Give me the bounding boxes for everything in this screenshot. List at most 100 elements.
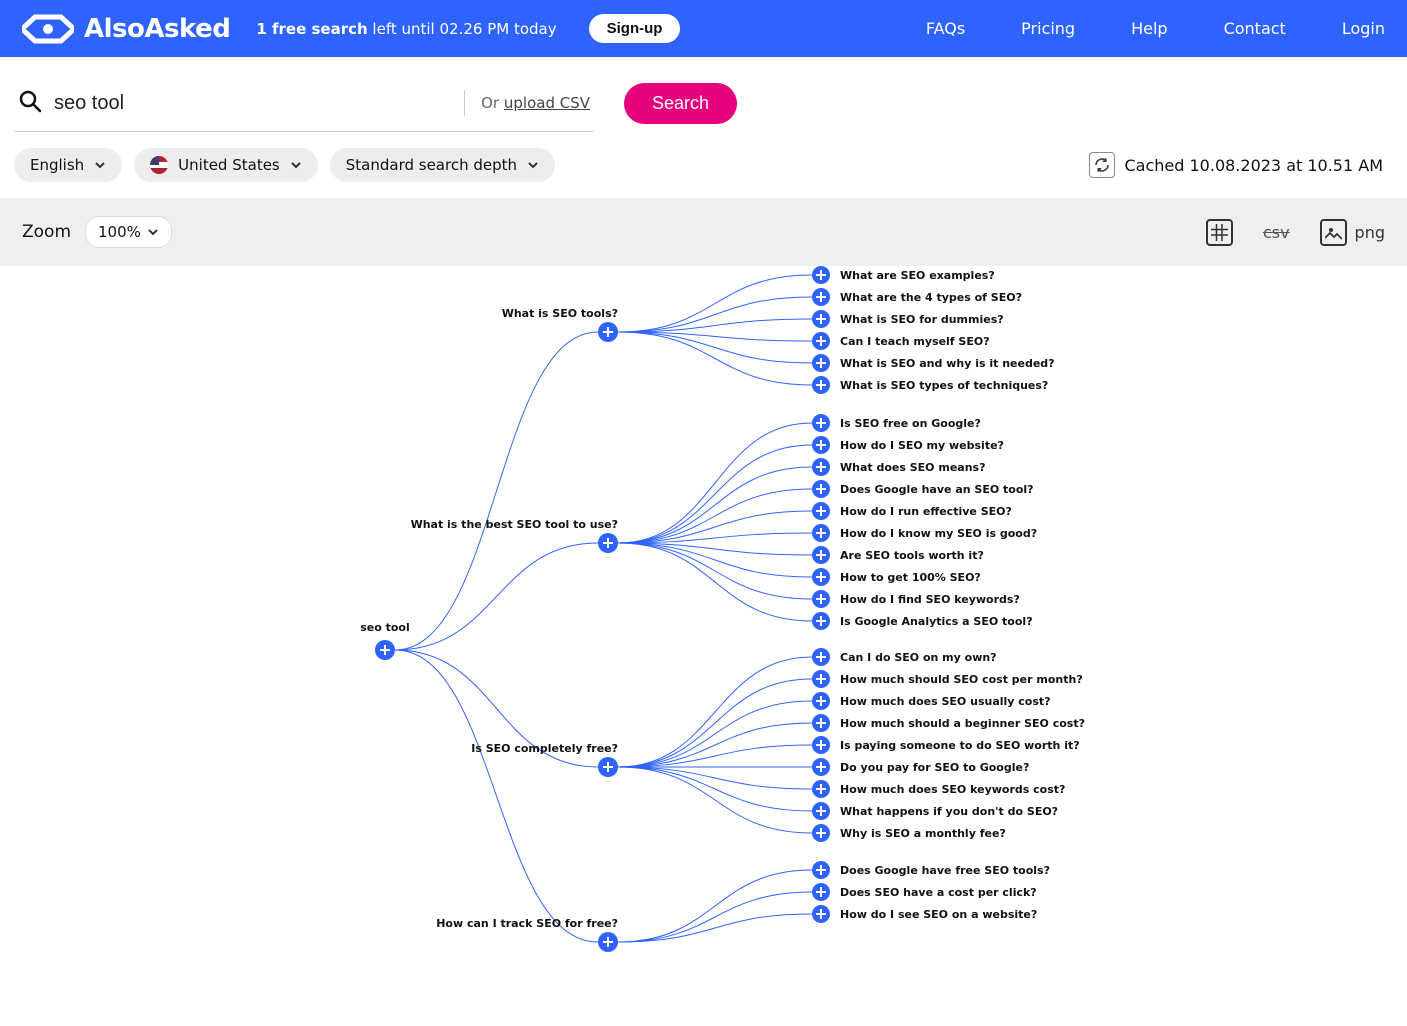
graph-leaf-node: How do I see SEO on a website? bbox=[812, 905, 1037, 923]
filters-row: English United States Standard search de… bbox=[0, 132, 1407, 198]
image-icon bbox=[1320, 219, 1347, 246]
search-row: Or upload CSV Search bbox=[0, 57, 1407, 132]
expand-node-icon[interactable] bbox=[812, 714, 830, 732]
expand-node-icon[interactable] bbox=[375, 640, 395, 660]
node-label: Is SEO free on Google? bbox=[840, 417, 981, 430]
node-label: How do I run effective SEO? bbox=[840, 505, 1012, 518]
expand-node-icon[interactable] bbox=[812, 905, 830, 923]
graph-branch-node: How can I track SEO for free? bbox=[598, 932, 618, 952]
expand-node-icon[interactable] bbox=[812, 670, 830, 688]
expand-node-icon[interactable] bbox=[812, 736, 830, 754]
search-input[interactable] bbox=[52, 91, 458, 116]
graph-leaf-node: What are SEO examples? bbox=[812, 266, 995, 284]
upload-csv-link[interactable]: upload CSV bbox=[504, 94, 590, 112]
graph-leaf-node: Can I do SEO on my own? bbox=[812, 648, 997, 666]
expand-node-icon[interactable] bbox=[812, 648, 830, 666]
expand-node-icon[interactable] bbox=[812, 612, 830, 630]
expand-node-icon[interactable] bbox=[812, 354, 830, 372]
zoom-value: 100% bbox=[98, 223, 141, 241]
refresh-icon[interactable] bbox=[1089, 152, 1115, 178]
node-label: How can I track SEO for free? bbox=[436, 917, 618, 930]
graph-leaf-node: How to get 100% SEO? bbox=[812, 568, 981, 586]
export-csv-button[interactable]: csv bbox=[1263, 223, 1290, 242]
graph-leaf-node: What is SEO types of techniques? bbox=[812, 376, 1048, 394]
expand-node-icon[interactable] bbox=[812, 824, 830, 842]
nav-faqs[interactable]: FAQs bbox=[926, 19, 965, 38]
graph-leaf-node: How much does SEO usually cost? bbox=[812, 692, 1051, 710]
free-search-notice: 1 free search left until 02.26 PM today bbox=[256, 20, 556, 38]
node-label: How much should SEO cost per month? bbox=[840, 673, 1083, 686]
node-label: What happens if you don't do SEO? bbox=[840, 805, 1058, 818]
brand-logo[interactable]: AlsoAsked bbox=[22, 14, 230, 44]
chevron-down-icon bbox=[527, 159, 539, 171]
signup-button[interactable]: Sign-up bbox=[589, 14, 681, 43]
expand-node-icon[interactable] bbox=[812, 590, 830, 608]
graph-leaf-node: How much should SEO cost per month? bbox=[812, 670, 1083, 688]
graph-leaf-node: Is SEO free on Google? bbox=[812, 414, 981, 432]
graph-leaf-node: What is SEO and why is it needed? bbox=[812, 354, 1055, 372]
table-view-button[interactable] bbox=[1206, 219, 1233, 246]
search-button[interactable]: Search bbox=[624, 83, 737, 124]
node-label: Is paying someone to do SEO worth it? bbox=[840, 739, 1080, 752]
node-label: What is SEO types of techniques? bbox=[840, 379, 1048, 392]
nav-login[interactable]: Login bbox=[1342, 19, 1385, 38]
depth-select[interactable]: Standard search depth bbox=[330, 148, 555, 182]
node-label: What is SEO and why is it needed? bbox=[840, 357, 1055, 370]
expand-node-icon[interactable] bbox=[812, 332, 830, 350]
search-separator bbox=[464, 90, 465, 116]
table-icon bbox=[1206, 219, 1233, 246]
expand-node-icon[interactable] bbox=[812, 883, 830, 901]
expand-node-icon[interactable] bbox=[598, 757, 618, 777]
node-label: What is SEO for dummies? bbox=[840, 313, 1004, 326]
language-label: English bbox=[30, 156, 84, 174]
expand-node-icon[interactable] bbox=[598, 932, 618, 952]
expand-node-icon[interactable] bbox=[812, 436, 830, 454]
depth-label: Standard search depth bbox=[346, 156, 517, 174]
node-label: Does Google have free SEO tools? bbox=[840, 864, 1050, 877]
search-icon bbox=[18, 89, 42, 117]
expand-node-icon[interactable] bbox=[812, 502, 830, 520]
node-label: How to get 100% SEO? bbox=[840, 571, 981, 584]
graph-branch-node: What is the best SEO tool to use? bbox=[598, 533, 618, 553]
expand-node-icon[interactable] bbox=[598, 322, 618, 342]
nav-contact[interactable]: Contact bbox=[1224, 19, 1286, 38]
node-label: How much does SEO usually cost? bbox=[840, 695, 1051, 708]
expand-node-icon[interactable] bbox=[812, 802, 830, 820]
region-select[interactable]: United States bbox=[134, 148, 318, 182]
zoom-label: Zoom bbox=[22, 222, 71, 242]
expand-node-icon[interactable] bbox=[812, 376, 830, 394]
nav-pricing[interactable]: Pricing bbox=[1021, 19, 1075, 38]
graph-edges bbox=[0, 266, 1407, 1026]
expand-node-icon[interactable] bbox=[812, 780, 830, 798]
expand-node-icon[interactable] bbox=[812, 524, 830, 542]
expand-node-icon[interactable] bbox=[812, 266, 830, 284]
expand-node-icon[interactable] bbox=[812, 288, 830, 306]
expand-node-icon[interactable] bbox=[812, 414, 830, 432]
region-label: United States bbox=[178, 156, 280, 174]
node-label: Is SEO completely free? bbox=[471, 742, 618, 755]
graph-leaf-node: How do I run effective SEO? bbox=[812, 502, 1012, 520]
graph-leaf-node: How much does SEO keywords cost? bbox=[812, 780, 1065, 798]
chevron-down-icon bbox=[147, 226, 159, 238]
expand-node-icon[interactable] bbox=[598, 533, 618, 553]
expand-node-icon[interactable] bbox=[812, 568, 830, 586]
brand-name: AlsoAsked bbox=[84, 14, 230, 44]
expand-node-icon[interactable] bbox=[812, 861, 830, 879]
expand-node-icon[interactable] bbox=[812, 692, 830, 710]
graph-leaf-node: Why is SEO a monthly fee? bbox=[812, 824, 1006, 842]
search-wrap: Or upload CSV bbox=[14, 75, 594, 132]
expand-node-icon[interactable] bbox=[812, 480, 830, 498]
graph-leaf-node: Does Google have an SEO tool? bbox=[812, 480, 1034, 498]
export-png-button[interactable]: png bbox=[1320, 219, 1385, 246]
expand-node-icon[interactable] bbox=[812, 546, 830, 564]
language-select[interactable]: English bbox=[14, 148, 122, 182]
graph-leaf-node: Is paying someone to do SEO worth it? bbox=[812, 736, 1080, 754]
node-label: Can I do SEO on my own? bbox=[840, 651, 997, 664]
zoom-select[interactable]: 100% bbox=[85, 216, 172, 248]
nav-help[interactable]: Help bbox=[1131, 19, 1167, 38]
node-label: Does SEO have a cost per click? bbox=[840, 886, 1037, 899]
expand-node-icon[interactable] bbox=[812, 758, 830, 776]
expand-node-icon[interactable] bbox=[812, 458, 830, 476]
expand-node-icon[interactable] bbox=[812, 310, 830, 328]
graph-canvas[interactable]: seo toolWhat is SEO tools?What is the be… bbox=[0, 266, 1407, 1026]
